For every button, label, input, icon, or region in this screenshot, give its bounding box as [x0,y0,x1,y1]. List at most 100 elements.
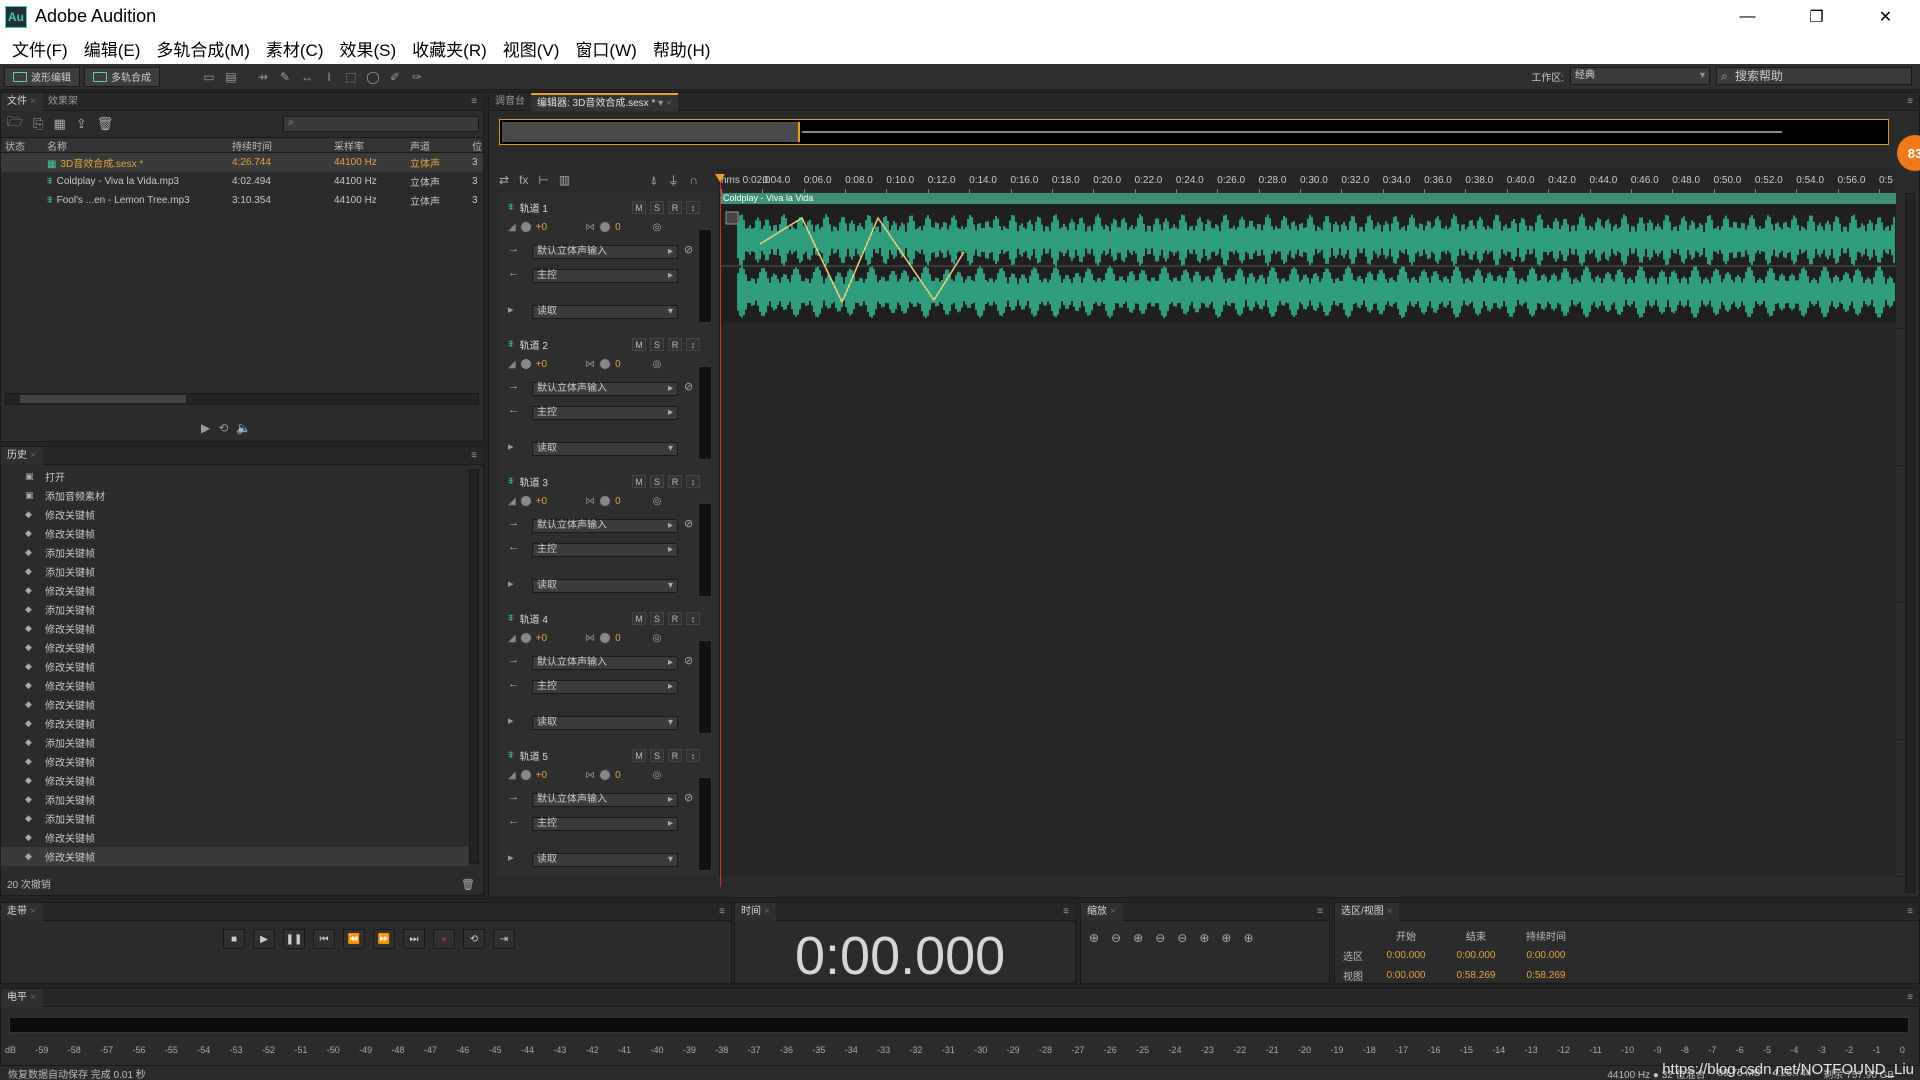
input-select[interactable]: 默认立体声输入 [532,245,678,259]
record-arm-button[interactable]: R [668,749,682,762]
pan-knob[interactable] [599,221,612,233]
waveform-mode-button[interactable]: 波形编辑 [4,66,80,87]
pan-value[interactable]: 0 [615,633,621,644]
track-lane[interactable] [720,330,1896,466]
solo-button[interactable]: S [650,338,664,351]
menu-file[interactable]: 文件(F) [4,36,76,61]
tab-time[interactable]: 时间 × [735,902,776,921]
skip-selection-button[interactable]: ⇥ [493,929,515,949]
headphone-icon[interactable]: ∩ [689,173,698,187]
track-header[interactable]: ⩨ 轨道 4 M S R ↕ ◢ +0 ⋈ 0 ◎ → 默认立体声输入 ⊘ ← 主… [498,604,720,740]
zoom-in-end-icon[interactable]: ⊕ [1221,931,1231,945]
track-lane[interactable] [720,604,1896,740]
overview-navigator[interactable] [499,119,1889,145]
pitch-view-icon[interactable]: ▤ [222,68,240,86]
time-selection-icon[interactable]: I [320,68,338,86]
go-to-start-button[interactable]: ⏮ [313,929,335,949]
zoom-out-amplitude-icon[interactable]: ⊖ [1111,931,1121,945]
stereo-icon[interactable]: ◎ [653,633,662,644]
pan-value[interactable]: 0 [615,496,621,507]
close-icon[interactable]: × [1387,906,1393,917]
mute-button[interactable]: M [632,612,646,625]
menu-effects[interactable]: 效果(S) [331,36,404,61]
zoom-selection-icon[interactable]: ⊕ [1243,931,1253,945]
trash-icon[interactable]: 🗑 [461,878,475,891]
monitor-input-button[interactable]: ↕ [686,201,700,214]
audio-clip[interactable]: Coldplay - Viva la Vida [720,193,1896,323]
volume-knob[interactable] [519,495,532,507]
loop-button[interactable]: ⟲ [463,929,485,949]
history-item[interactable]: ◆ 添加关键帧 [1,600,469,619]
col-status[interactable]: 状态 [1,138,43,152]
solo-button[interactable]: S [650,475,664,488]
chevron-down-icon[interactable]: ▾ [658,98,663,109]
menu-edit[interactable]: 编辑(E) [76,36,149,61]
volume-knob[interactable] [519,221,532,233]
automation-mode-select[interactable]: 读取 [532,579,678,593]
restore-button[interactable]: ❐ [1782,0,1851,33]
sync-icon[interactable]: ⇄ [499,173,509,187]
pan-knob[interactable] [599,495,612,507]
close-button[interactable]: ✕ [1851,0,1920,33]
volume-value[interactable]: +0 [536,222,547,233]
track-name[interactable]: 轨道 5 [520,748,548,763]
mute-button[interactable]: M [632,749,646,762]
stop-button[interactable]: ■ [223,929,245,949]
history-item[interactable]: ◆ 修改关键帧 [1,619,469,638]
close-icon[interactable]: × [764,906,770,917]
expand-icon[interactable]: ▸ [508,303,514,316]
fast-forward-button[interactable]: ⏩ [373,929,395,949]
output-select[interactable]: 主控 [532,680,678,694]
solo-button[interactable]: S [650,749,664,762]
import-icon[interactable]: ⎘ [33,116,43,132]
menu-multitrack[interactable]: 多轨合成(M) [148,36,257,61]
monitor-input-button[interactable]: ↕ [686,475,700,488]
history-item[interactable]: ◆ 修改关键帧 [1,714,469,733]
play-preview-icon[interactable]: ▶ [201,421,210,435]
history-item[interactable]: ◆ 添加关键帧 [1,733,469,752]
track-name[interactable]: 轨道 2 [520,337,548,352]
automation-mode-select[interactable]: 读取 [532,305,678,319]
track-name[interactable]: 轨道 1 [520,200,548,215]
send-icon[interactable]: ⊢ [538,173,548,187]
panel-menu-icon[interactable]: ≡ [1907,96,1913,107]
tab-mixer[interactable]: 调音台 [489,93,531,111]
healing-tool-icon[interactable]: ✑ [408,68,426,86]
view-start-field[interactable]: 0:00.000 [1371,970,1441,981]
new-file-icon[interactable]: ▦ [54,116,66,132]
track-header[interactable]: ⩨ 轨道 3 M S R ↕ ◢ +0 ⋈ 0 ◎ → 默认立体声输入 ⊘ ← 主… [498,467,720,603]
eq-icon[interactable]: ▥ [559,173,570,187]
output-select[interactable]: 主控 [532,543,678,557]
track-lane[interactable]: Coldplay - Viva la Vida [720,193,1896,329]
volume-value[interactable]: +0 [536,359,547,370]
record-arm-button[interactable]: R [668,338,682,351]
phase-icon[interactable]: ⊘ [684,380,693,393]
tab-transport[interactable]: 走带 × [1,902,42,921]
minimize-button[interactable]: — [1713,0,1782,33]
history-item[interactable]: ▣ 打开 [1,467,469,486]
clip-fx-icon[interactable] [725,211,739,225]
close-icon[interactable]: × [30,992,36,1003]
history-item[interactable]: ◆ 修改关键帧 [1,771,469,790]
play-button[interactable]: ▶ [253,929,275,949]
automation-mode-select[interactable]: 读取 [532,442,678,456]
selection-duration-field[interactable]: 0:00.000 [1511,950,1581,961]
selection-end-field[interactable]: 0:00.000 [1441,950,1511,961]
stereo-icon[interactable]: ◎ [653,222,662,233]
zoom-in-time-icon[interactable]: ⊕ [1133,931,1143,945]
monitor-input-button[interactable]: ↕ [686,338,700,351]
history-item[interactable]: ◆ 修改关键帧 [1,695,469,714]
marquee-tool-icon[interactable]: ⬚ [342,68,360,86]
mute-button[interactable]: M [632,338,646,351]
editor-vertical-scrollbar[interactable] [1905,193,1915,893]
volume-value[interactable]: +0 [536,496,547,507]
output-select[interactable]: 主控 [532,817,678,831]
col-channels[interactable]: 声道 [406,138,468,152]
track-lane[interactable] [720,741,1896,877]
track-header[interactable]: ⩨ 轨道 1 M S R ↕ ◢ +0 ⋈ 0 ◎ → 默认立体声输入 ⊘ ← 主… [498,193,720,329]
expand-icon[interactable]: ▸ [508,440,514,453]
volume-knob[interactable] [519,358,532,370]
panel-menu-icon[interactable]: ≡ [1907,906,1913,917]
files-search-input[interactable]: ⌕ [283,116,479,132]
volume-value[interactable]: +0 [536,770,547,781]
